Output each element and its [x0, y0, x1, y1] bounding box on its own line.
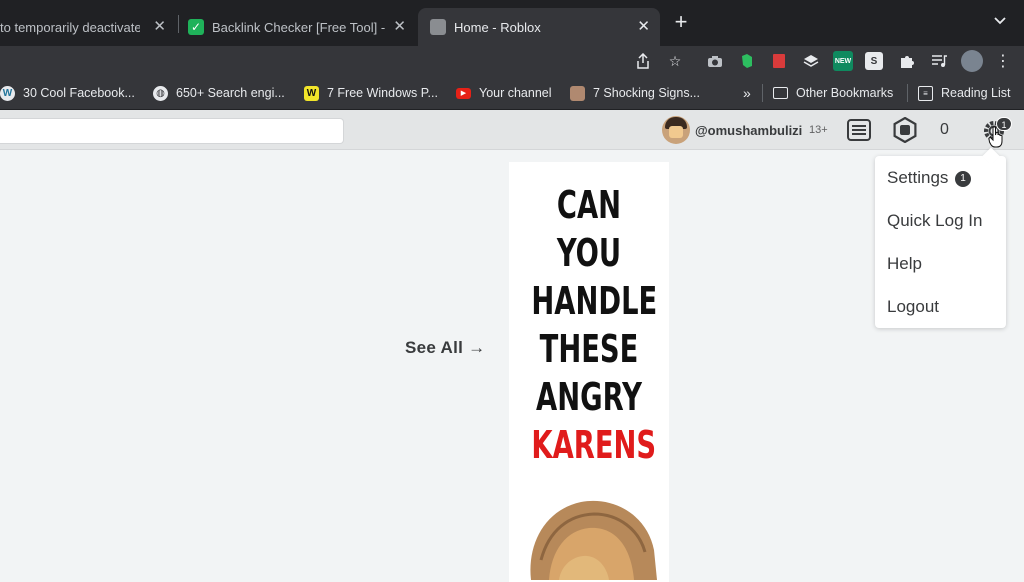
bookmark-item[interactable]: W 30 Cool Facebook... — [0, 84, 135, 102]
bookmark-item[interactable]: 7 Shocking Signs... — [570, 84, 700, 102]
share-icon[interactable] — [633, 51, 653, 71]
red-book-icon[interactable] — [769, 51, 789, 71]
tab-divider — [178, 15, 179, 33]
username[interactable]: @omushambulizi — [695, 123, 802, 138]
other-bookmarks[interactable]: Other Bookmarks — [773, 84, 893, 102]
tab-strip: to temporarily deactivate ✕ ✓ Backlink C… — [0, 0, 1024, 46]
menu-item-help[interactable]: Help — [887, 254, 922, 274]
menu-item-settings[interactable]: Settings — [887, 168, 948, 188]
folder-icon — [773, 87, 788, 99]
profile-avatar-icon[interactable] — [961, 50, 983, 72]
bookmark-divider — [762, 84, 763, 102]
reading-list[interactable]: ≡ Reading List — [918, 84, 1011, 102]
bookmark-label: 7 Shocking Signs... — [593, 86, 701, 100]
robux-balance: 0 — [940, 121, 949, 138]
w-icon: W — [304, 85, 319, 101]
ad-line: ANGRY — [536, 375, 642, 419]
more-options-icon[interactable]: ⋮ — [993, 51, 1013, 71]
reading-list-icon: ≡ — [918, 85, 933, 101]
chevron-down-icon[interactable] — [994, 14, 1006, 28]
ad-text: CAN YOU HANDLE THESE ANGRY KARENS — [509, 181, 669, 469]
search-input[interactable] — [0, 118, 344, 144]
globe-icon: ◍ — [153, 85, 168, 101]
evernote-icon[interactable] — [737, 51, 757, 71]
other-bookmarks-label: Other Bookmarks — [796, 86, 894, 100]
roblox-header: @omushambulizi 13+ 0 — [0, 110, 1024, 150]
roblox-favicon-icon — [430, 19, 446, 35]
menu-item-logout[interactable]: Logout — [887, 297, 939, 317]
ad-highlight: KARENS — [531, 423, 657, 467]
new-extension-icon[interactable]: NEW — [833, 51, 853, 71]
puzzle-icon[interactable] — [897, 51, 917, 71]
chat-list-icon[interactable] — [846, 117, 872, 143]
ad-line: HANDLE — [531, 279, 658, 323]
new-tab-icon[interactable]: + — [670, 11, 692, 33]
ad-photo — [530, 500, 657, 580]
tab-title: Backlink Checker [Free Tool] - — [212, 19, 386, 35]
tab-title: Home - Roblox — [454, 19, 541, 35]
tab-title: to temporarily deactivate — [0, 19, 140, 35]
bookmark-star-icon[interactable]: ☆ — [665, 51, 685, 71]
checkmark-icon: ✓ — [188, 19, 204, 35]
bookmark-divider — [907, 84, 908, 102]
tab-home-roblox[interactable]: Home - Roblox ✕ — [418, 8, 660, 46]
bookmark-label: 30 Cool Facebook... — [23, 86, 135, 100]
tab-backlink-checker[interactable]: ✓ Backlink Checker [Free Tool] - ✕ — [188, 8, 416, 46]
bookmark-item[interactable]: W 7 Free Windows P... — [304, 84, 438, 102]
settings-notification-badge: 1 — [955, 171, 971, 187]
bookmark-label: 7 Free Windows P... — [327, 86, 438, 100]
ad-banner[interactable]: CAN YOU HANDLE THESE ANGRY KARENS — [509, 162, 669, 582]
bookmark-label: 650+ Search engi... — [176, 86, 285, 100]
see-all-link[interactable]: See All → — [405, 338, 486, 358]
hand-cursor-icon — [988, 126, 1003, 148]
ad-line: THESE — [539, 327, 639, 371]
tab-deactivate[interactable]: to temporarily deactivate ✕ — [0, 8, 176, 46]
age-badge: 13+ — [809, 124, 828, 136]
close-tab-icon[interactable]: ✕ — [393, 17, 406, 37]
youtube-icon: ▶ — [456, 87, 471, 99]
layers-icon[interactable] — [801, 51, 821, 71]
photo-icon — [570, 85, 585, 101]
close-tab-icon[interactable]: ✕ — [153, 17, 166, 37]
reading-list-label: Reading List — [941, 86, 1011, 100]
media-playlist-icon[interactable] — [929, 51, 949, 71]
bookmark-item[interactable]: ▶ Your channel — [456, 84, 552, 102]
bookmark-label: Your channel — [479, 86, 552, 100]
close-tab-icon[interactable]: ✕ — [637, 17, 650, 37]
settings-menu: Settings Quick Log In Help Logout — [875, 156, 1006, 328]
ad-line: CAN — [556, 183, 622, 227]
s-extension-icon[interactable]: S — [865, 52, 883, 70]
ad-line: YOU — [556, 231, 622, 275]
avatar[interactable] — [662, 116, 690, 144]
robux-icon[interactable] — [892, 116, 918, 144]
menu-item-quick-log-in[interactable]: Quick Log In — [887, 211, 982, 231]
wordpress-icon: W — [0, 85, 15, 101]
bookmark-item[interactable]: ◍ 650+ Search engi... — [153, 84, 285, 102]
bookmarks-overflow-icon[interactable]: » — [743, 84, 751, 102]
browser-toolbar: ☆ NEW S ⋮ — [0, 46, 1024, 76]
bookmarks-bar: W 30 Cool Facebook... ◍ 650+ Search engi… — [0, 76, 1024, 110]
camera-icon[interactable] — [705, 51, 725, 71]
